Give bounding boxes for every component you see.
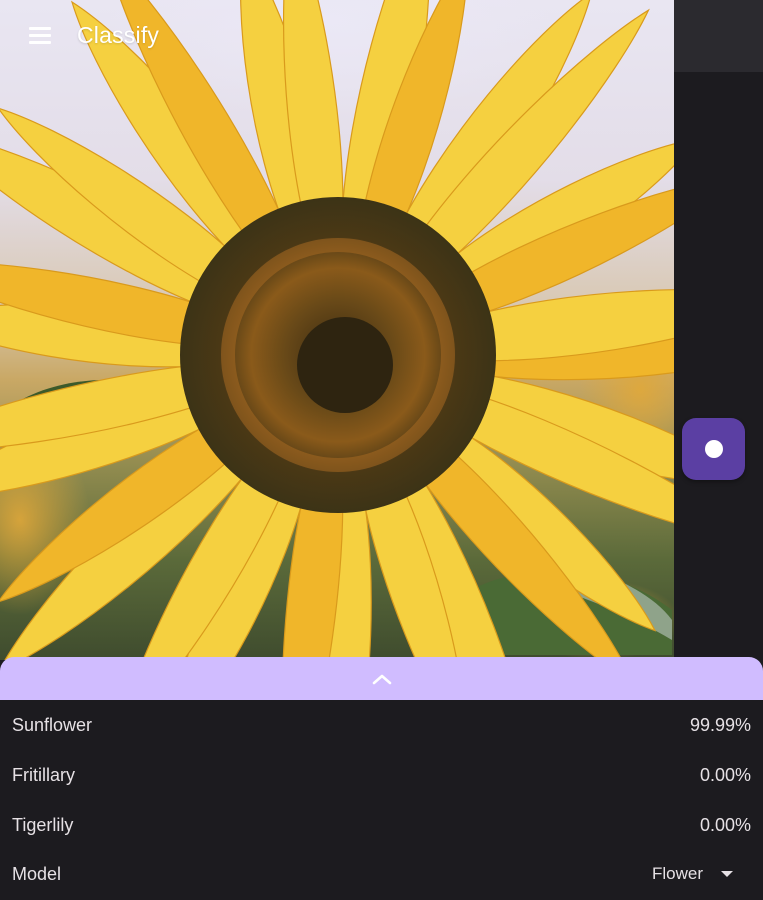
result-score: 99.99%	[689, 714, 751, 735]
result-score: 0.00%	[699, 764, 751, 785]
result-label: Sunflower	[12, 714, 93, 735]
bottom-sheet-handle[interactable]	[0, 657, 763, 700]
camera-preview	[0, 0, 674, 660]
model-label: Model	[12, 863, 62, 884]
result-row: Sunflower 99.99%	[12, 710, 751, 740]
result-score: 0.00%	[699, 814, 751, 835]
caret-down-icon	[721, 871, 733, 877]
side-strip	[674, 72, 763, 660]
capture-dot-icon	[704, 440, 723, 458]
app-title: Classify	[77, 22, 160, 48]
result-row: Fritillary 0.00%	[12, 760, 751, 790]
model-row: Model Flower	[12, 859, 751, 889]
hamburger-menu-icon[interactable]	[29, 27, 52, 45]
sunflower-image	[0, 0, 674, 660]
results-panel: Sunflower 99.99% Fritillary 0.00% Tigerl…	[0, 700, 763, 900]
result-label: Tigerlily	[12, 814, 74, 835]
chevron-up-icon	[372, 674, 391, 684]
model-selected-value: Flower	[651, 864, 703, 883]
result-row: Tigerlily 0.00%	[12, 810, 751, 840]
capture-button[interactable]	[682, 418, 745, 480]
result-label: Fritillary	[12, 764, 75, 785]
model-dropdown[interactable]: Flower	[652, 864, 733, 884]
side-strip-top	[674, 0, 763, 72]
